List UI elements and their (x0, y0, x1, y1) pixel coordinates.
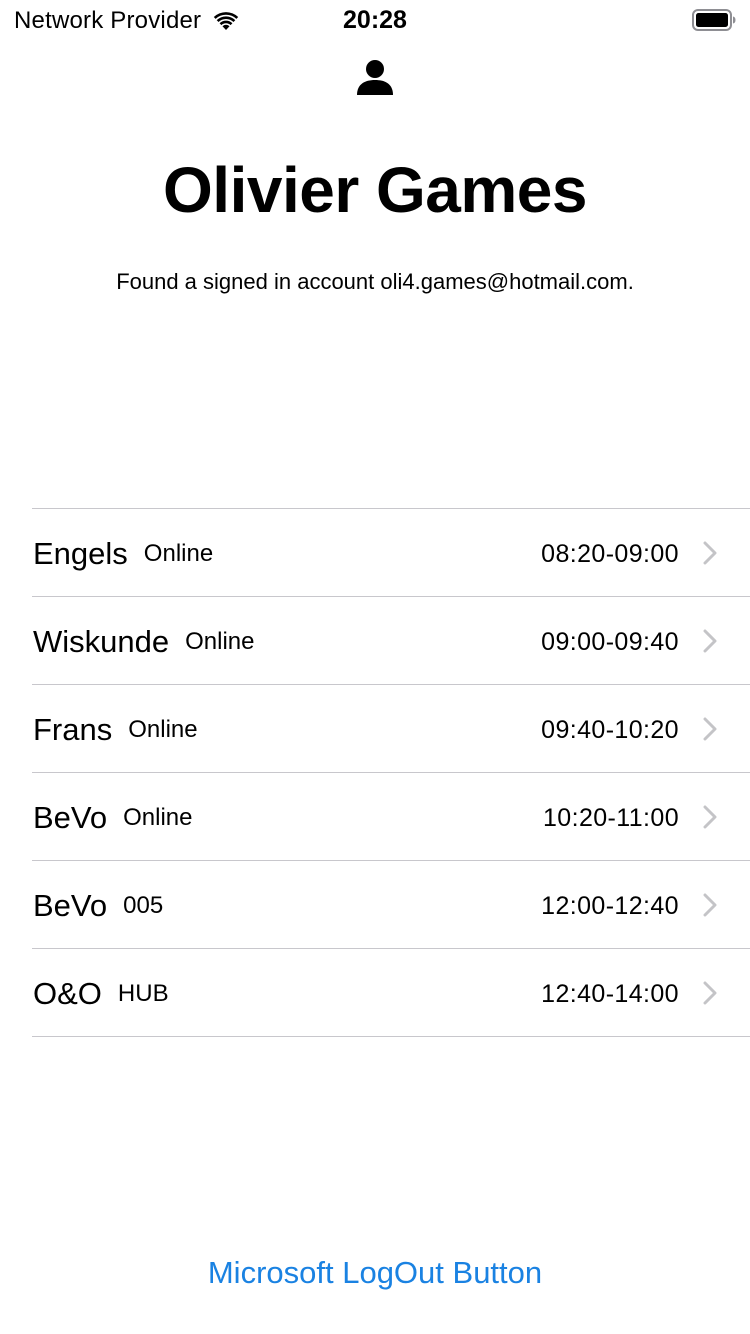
schedule-list: Engels Online 08:20-09:00 Wiskunde Online … (32, 508, 750, 1037)
subject-label: O&O (33, 976, 102, 1011)
status-time: 20:28 (343, 6, 407, 34)
list-item[interactable]: Frans Online 09:40-10:20 (32, 685, 750, 773)
status-bar: Network Provider 20:28 (0, 0, 750, 40)
chevron-right-icon (703, 893, 717, 917)
chevron-right-icon (703, 717, 717, 741)
list-item[interactable]: O&O HUB 12:40-14:00 (32, 949, 750, 1037)
chevron-right-icon (703, 805, 717, 829)
chevron-right-icon (703, 629, 717, 653)
logout-button[interactable]: Microsoft LogOut Button (0, 1255, 750, 1291)
subject-label: Engels (33, 536, 128, 571)
time-label: 12:40-14:00 (541, 980, 679, 1008)
location-label: Online (123, 804, 193, 831)
location-label: 005 (123, 892, 164, 919)
battery-icon (692, 9, 736, 31)
list-item[interactable]: Wiskunde Online 09:00-09:40 (32, 597, 750, 685)
location-label: Online (143, 540, 214, 567)
list-item[interactable]: BeVo Online 10:20-11:00 (32, 773, 750, 861)
time-label: 10:20-11:00 (543, 804, 679, 832)
subject-label: BeVo (33, 888, 108, 923)
chevron-right-icon (703, 981, 717, 1005)
time-label: 09:00-09:40 (541, 628, 679, 656)
person-icon (357, 60, 393, 95)
time-label: 09:40-10:20 (541, 716, 679, 744)
time-label: 08:20-09:00 (541, 540, 679, 568)
location-label: Online (185, 628, 255, 655)
location-label: Online (128, 716, 198, 743)
account-status-text: Found a signed in account oli4.games@hot… (116, 269, 634, 294)
time-label: 12:00-12:40 (541, 892, 679, 920)
subject-label: Frans (33, 712, 113, 747)
chevron-right-icon (703, 541, 717, 565)
subject-label: BeVo (33, 800, 108, 835)
location-label: HUB (117, 980, 169, 1007)
page-title: Olivier Games (163, 154, 587, 226)
list-item[interactable]: BeVo 005 12:00-12:40 (32, 861, 750, 949)
subject-label: Wiskunde (33, 624, 170, 659)
list-item[interactable]: Engels Online 08:20-09:00 (32, 509, 750, 597)
